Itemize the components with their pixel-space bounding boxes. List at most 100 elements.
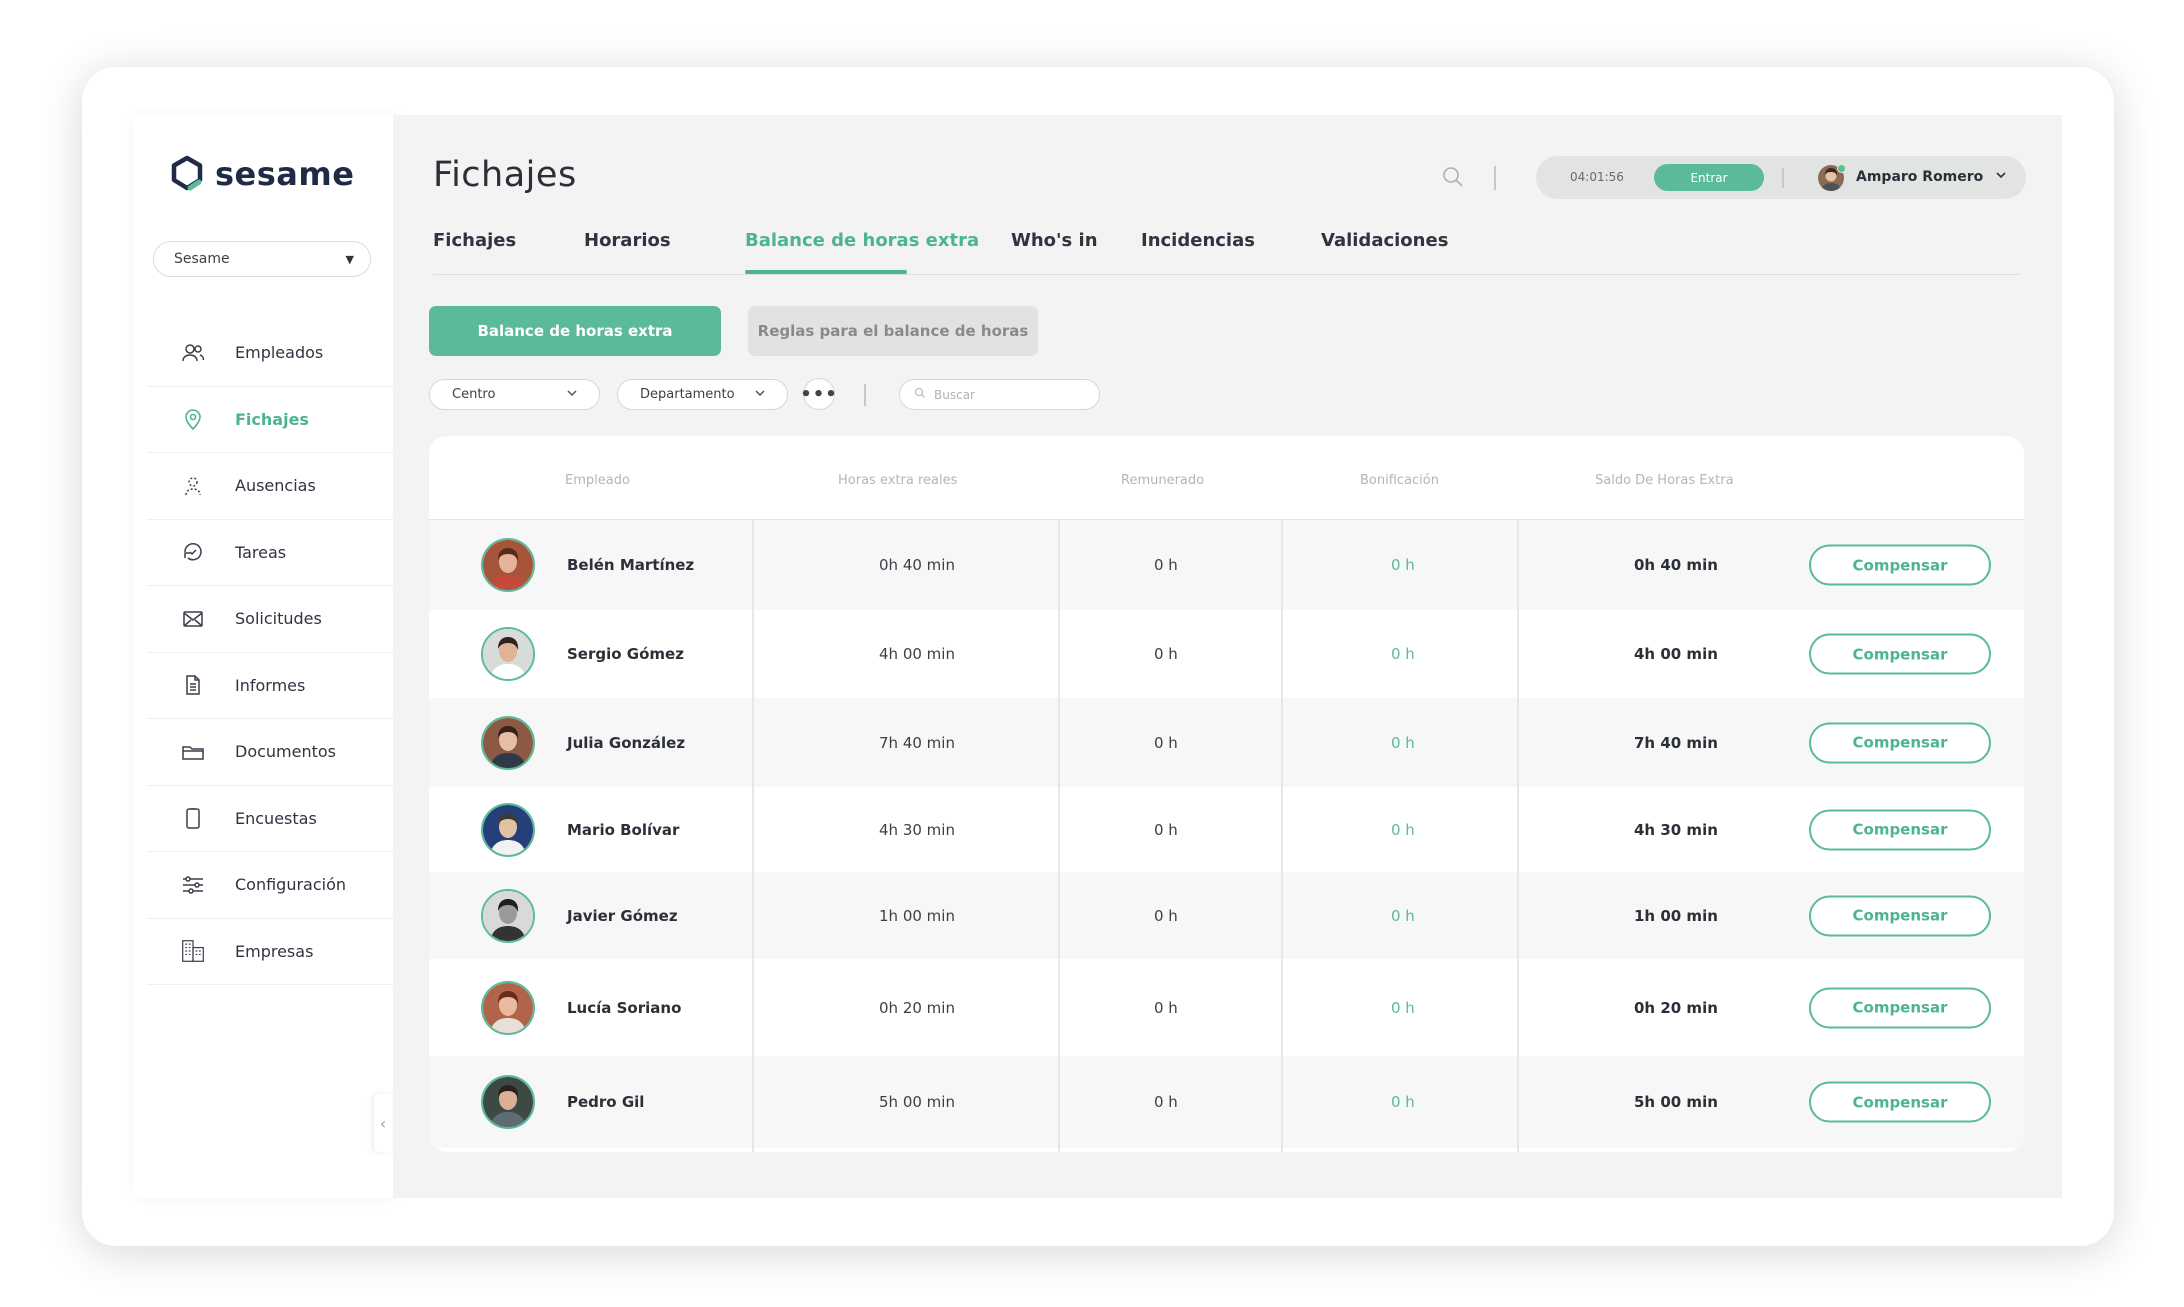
tab-incidencias[interactable]: Incidencias bbox=[1141, 230, 1255, 251]
sidebar-item-informes[interactable]: Informes bbox=[147, 653, 393, 719]
employee-name[interactable]: Belén Martínez bbox=[567, 556, 694, 574]
sidebar: sesame Sesame ▼ Empleados Fichajes Ausen… bbox=[133, 115, 393, 1198]
more-filters-button[interactable]: ••• bbox=[800, 378, 838, 410]
employee-avatar[interactable] bbox=[481, 980, 535, 1035]
sidebar-item-encuestas[interactable]: Encuestas bbox=[147, 786, 393, 852]
sidebar-item-label: Ausencias bbox=[235, 476, 316, 496]
employee-name[interactable]: Mario Bolívar bbox=[567, 821, 679, 839]
page-title: Fichajes bbox=[433, 155, 577, 195]
table-row: Sergio Gómez 4h 00 min 0 h 0 h 4h 00 min Comp… bbox=[429, 610, 2024, 698]
main-content: Fichajes 04:01:56 Entrar Amparo Romero F… bbox=[393, 115, 2062, 1198]
sesame-logo[interactable]: sesame bbox=[169, 155, 354, 193]
reglas-balance-button[interactable]: Reglas para el balance de horas bbox=[748, 306, 1038, 356]
employee-name[interactable]: Julia González bbox=[567, 734, 685, 752]
centro-filter[interactable]: Centro bbox=[429, 379, 600, 410]
sidebar-item-label: Tareas bbox=[235, 542, 287, 562]
clock-timer: 04:01:56 bbox=[1570, 170, 1624, 184]
column-header-horas-reales[interactable]: Horas extra reales bbox=[838, 473, 957, 488]
saldo-value: 4h 30 min bbox=[1634, 820, 1718, 839]
employee-name[interactable]: Sergio Gómez bbox=[567, 645, 684, 663]
user-name[interactable]: Amparo Romero bbox=[1856, 169, 1983, 185]
employee-avatar[interactable] bbox=[481, 802, 535, 857]
column-header-saldo[interactable]: Saldo De Horas Extra bbox=[1595, 473, 1734, 488]
overtime-table: Empleado Horas extra reales Remunerado B… bbox=[429, 436, 2024, 1152]
active-tab-indicator bbox=[745, 270, 907, 274]
horas-extra-reales-value: 1h 00 min bbox=[879, 906, 955, 925]
bonificacion-value: 0 h bbox=[1391, 998, 1415, 1017]
departamento-filter[interactable]: Departamento bbox=[617, 379, 788, 410]
sliders-icon bbox=[181, 873, 205, 897]
compensar-button[interactable]: Compensar bbox=[1809, 809, 1991, 850]
sidebar-item-fichajes[interactable]: Fichajes bbox=[147, 387, 393, 453]
sidebar-item-label: Configuración bbox=[235, 875, 347, 895]
sidebar-item-empresas[interactable]: Empresas bbox=[147, 919, 393, 985]
column-divider bbox=[752, 520, 754, 1152]
sidebar-item-solicitudes[interactable]: Solicitudes bbox=[147, 586, 393, 653]
table-row: Lucía Soriano 0h 20 min 0 h 0 h 0h 20 min Com… bbox=[429, 959, 2024, 1056]
sesame-logo-icon bbox=[171, 155, 203, 191]
tab-fichajes[interactable]: Fichajes bbox=[433, 230, 516, 251]
column-header-bonificacion[interactable]: Bonificación bbox=[1360, 473, 1439, 488]
saldo-value: 0h 20 min bbox=[1634, 998, 1718, 1017]
chevron-down-icon[interactable] bbox=[1994, 167, 2008, 186]
column-header-remunerado[interactable]: Remunerado bbox=[1121, 473, 1204, 488]
compensar-button[interactable]: Compensar bbox=[1809, 895, 1991, 936]
horas-extra-reales-value: 4h 30 min bbox=[879, 820, 955, 839]
remunerado-value: 0 h bbox=[1154, 733, 1178, 752]
horas-extra-reales-value: 0h 40 min bbox=[879, 556, 955, 574]
sidebar-item-tareas[interactable]: Tareas bbox=[147, 520, 393, 586]
search-input[interactable]: Buscar bbox=[899, 379, 1100, 410]
horas-extra-reales-value: 4h 00 min bbox=[879, 645, 955, 663]
sidebar-item-documentos[interactable]: Documentos bbox=[147, 719, 393, 786]
bonificacion-value: 0 h bbox=[1391, 645, 1415, 663]
saldo-value: 1h 00 min bbox=[1634, 906, 1718, 925]
column-divider bbox=[1281, 520, 1283, 1152]
entrar-button[interactable]: Entrar bbox=[1654, 164, 1764, 191]
compensar-button[interactable]: Compensar bbox=[1809, 1081, 1991, 1123]
compensar-button[interactable]: Compensar bbox=[1809, 544, 1991, 586]
remunerado-value: 0 h bbox=[1154, 645, 1178, 663]
compensar-button[interactable]: Compensar bbox=[1809, 987, 1991, 1028]
tab-whos-in[interactable]: Who's in bbox=[1011, 230, 1098, 251]
employee-name[interactable]: Pedro Gil bbox=[567, 1093, 644, 1111]
logo-text: sesame bbox=[215, 155, 355, 193]
employee-avatar[interactable] bbox=[481, 1075, 535, 1129]
search-icon bbox=[914, 387, 926, 402]
employee-avatar[interactable] bbox=[481, 627, 535, 681]
employee-avatar[interactable] bbox=[481, 888, 535, 943]
tab-balance-horas-extra[interactable]: Balance de horas extra bbox=[745, 230, 979, 251]
table-header: Empleado Horas extra reales Remunerado B… bbox=[429, 436, 2024, 520]
person-dashed-icon bbox=[181, 474, 205, 498]
compensar-button[interactable]: Compensar bbox=[1809, 722, 1991, 763]
clock-in-widget: 04:01:56 Entrar Amparo Romero bbox=[1536, 156, 2026, 199]
employee-avatar[interactable] bbox=[481, 715, 535, 770]
employee-name[interactable]: Javier Gómez bbox=[567, 907, 678, 925]
bonificacion-value: 0 h bbox=[1391, 820, 1415, 839]
sidebar-item-empleados[interactable]: Empleados bbox=[147, 320, 393, 387]
balance-horas-extra-button[interactable]: Balance de horas extra bbox=[429, 306, 721, 356]
table-row: Javier Gómez 1h 00 min 0 h 0 h 1h 00 min Comp… bbox=[429, 872, 2024, 959]
tab-validaciones[interactable]: Validaciones bbox=[1321, 230, 1448, 251]
more-dots-icon: ••• bbox=[800, 383, 838, 405]
employee-name[interactable]: Lucía Soriano bbox=[567, 999, 681, 1017]
employee-avatar[interactable] bbox=[481, 538, 535, 592]
column-header-empleado[interactable]: Empleado bbox=[565, 473, 630, 488]
remunerado-value: 0 h bbox=[1154, 820, 1178, 839]
chevron-down-icon bbox=[565, 386, 579, 404]
table-row: Julia González 7h 40 min 0 h 0 h 7h 40 min Co… bbox=[429, 698, 2024, 787]
chevron-down-icon bbox=[753, 386, 767, 404]
table-row: Belén Martínez 0h 40 min 0 h 0 h 0h 40 min Co… bbox=[429, 520, 2024, 610]
compensar-button[interactable]: Compensar bbox=[1809, 633, 1991, 675]
bonificacion-value: 0 h bbox=[1391, 733, 1415, 752]
collapse-sidebar-button[interactable]: ‹ bbox=[374, 1094, 392, 1152]
search-icon[interactable] bbox=[1441, 165, 1465, 193]
users-icon bbox=[181, 341, 205, 365]
tab-horarios[interactable]: Horarios bbox=[584, 230, 671, 251]
sidebar-item-label: Fichajes bbox=[235, 409, 309, 429]
remunerado-value: 0 h bbox=[1154, 1093, 1178, 1111]
remunerado-value: 0 h bbox=[1154, 556, 1178, 574]
envelope-icon bbox=[181, 607, 205, 631]
company-select[interactable]: Sesame ▼ bbox=[153, 241, 371, 277]
sidebar-item-configuracion[interactable]: Configuración bbox=[147, 852, 393, 919]
sidebar-item-ausencias[interactable]: Ausencias bbox=[147, 453, 393, 520]
